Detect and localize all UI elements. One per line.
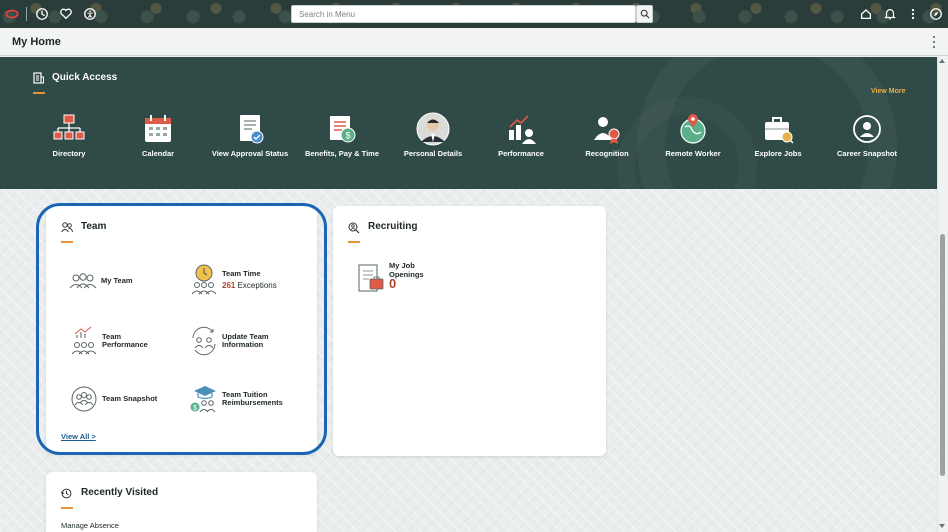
clock-team-icon: [189, 264, 219, 296]
menu-search-input[interactable]: Search in Menu: [291, 5, 636, 23]
tile-label: Directory: [52, 149, 86, 158]
recruiting-card-title: Recruiting: [368, 221, 418, 232]
tile-label: Calendar: [141, 149, 175, 158]
tile-label: Performance: [498, 149, 544, 158]
group-people-icon: [68, 268, 98, 294]
search-icon: [640, 9, 650, 19]
accessibility-icon[interactable]: [82, 6, 98, 22]
scroll-up-arrow-icon[interactable]: [939, 59, 945, 63]
benefits-icon: $: [325, 112, 359, 146]
exceptions-label: Exceptions: [237, 280, 277, 290]
title-accent-underline: [348, 241, 360, 243]
job-openings-icon: [356, 262, 386, 296]
tile-label: Career Snapshot: [836, 149, 898, 158]
team-snapshot-icon: [69, 385, 99, 413]
page-header: My Home: [0, 28, 948, 56]
team-card-title: Team: [81, 221, 107, 232]
recruiting-icon: [348, 222, 360, 234]
tile-personal-details[interactable]: Personal Details: [388, 112, 478, 158]
tile-career-snapshot[interactable]: Career Snapshot: [822, 112, 912, 158]
team-performance-label: Team Performance: [102, 331, 148, 349]
notifications-bell-icon[interactable]: [882, 6, 898, 22]
team-performance-link[interactable]: Team Performance: [69, 326, 162, 356]
job-openings-block: My Job Openings 0: [389, 261, 433, 291]
graduation-cap-icon: $: [189, 384, 219, 414]
remote-worker-icon: [676, 112, 710, 146]
tile-calendar[interactable]: Calendar: [113, 112, 203, 158]
my-job-openings-link[interactable]: My Job Openings 0: [356, 261, 433, 296]
svg-text:$: $: [193, 405, 197, 412]
calendar-icon: [141, 112, 175, 146]
tile-label: Recognition: [585, 149, 629, 158]
team-snapshot-label: Team Snapshot: [102, 393, 158, 403]
recent-item-link[interactable]: Manage Absence: [61, 521, 119, 530]
team-time-link[interactable]: Team Time 261 Exceptions: [189, 264, 277, 296]
global-header: Search in Menu: [0, 0, 948, 28]
tile-remote-worker[interactable]: Remote Worker: [648, 112, 738, 158]
briefcase-icon: [761, 112, 795, 146]
job-openings-count: 0: [389, 276, 397, 291]
favorites-heart-icon[interactable]: [58, 6, 74, 22]
team-tuition-label: Team Tuition Reimbursements: [222, 389, 283, 407]
title-accent-underline: [61, 507, 73, 509]
tile-label: Remote Worker: [665, 149, 721, 158]
recent-history-icon[interactable]: [34, 6, 50, 22]
title-accent-underline: [33, 92, 45, 94]
update-team-information-label: Update Team Information: [222, 331, 269, 349]
tile-label: Explore Jobs: [754, 149, 802, 158]
tile-recognition[interactable]: Recognition: [562, 112, 652, 158]
team-refresh-icon: [189, 326, 219, 356]
recently-visited-title: Recently Visited: [81, 487, 159, 498]
actions-menu-icon[interactable]: [905, 6, 921, 22]
history-icon: [61, 488, 72, 499]
career-snapshot-icon: [850, 112, 884, 146]
team-performance-icon: [69, 326, 99, 356]
navigator-compass-icon[interactable]: [928, 6, 944, 22]
team-icon: [61, 222, 73, 233]
tile-label: View Approval Status: [211, 149, 289, 158]
view-more-link[interactable]: View More: [871, 88, 906, 95]
tile-performance[interactable]: Performance: [476, 112, 566, 158]
org-chart-icon: [52, 112, 86, 146]
page-options-icon[interactable]: [930, 36, 938, 48]
recruiting-card: Recruiting: [333, 206, 606, 456]
scroll-down-arrow-icon[interactable]: [939, 524, 945, 528]
view-all-link[interactable]: View All >: [61, 432, 96, 441]
tile-benefits-pay-time[interactable]: $ Benefits, Pay & Time: [297, 112, 387, 158]
search-button[interactable]: [636, 5, 653, 23]
tile-explore-jobs[interactable]: Explore Jobs: [733, 112, 823, 158]
performance-icon: [504, 112, 538, 146]
scrollbar-thumb[interactable]: [940, 234, 945, 476]
team-tuition-reimbursements-link[interactable]: $ Team Tuition Reimbursements: [189, 384, 302, 414]
my-team-link[interactable]: My Team: [68, 268, 133, 294]
team-time-block: Team Time 261 Exceptions: [222, 269, 277, 291]
page-title: My Home: [12, 36, 61, 48]
tile-label: Benefits, Pay & Time: [304, 149, 380, 158]
quick-access-icon: [33, 72, 44, 84]
tile-view-approval-status[interactable]: View Approval Status: [205, 112, 295, 158]
update-team-information-link[interactable]: Update Team Information: [189, 326, 292, 356]
home-icon[interactable]: [858, 6, 874, 22]
tile-label: Personal Details: [403, 149, 463, 158]
exceptions-summary: 261 Exceptions: [222, 280, 277, 291]
header-divider: [26, 7, 27, 21]
team-time-label: Team Time: [222, 269, 261, 278]
oracle-logo-icon[interactable]: [4, 6, 20, 22]
exceptions-count: 261: [222, 280, 236, 290]
quick-access-title: Quick Access: [52, 72, 118, 83]
approval-status-icon: [233, 112, 267, 146]
tile-directory[interactable]: Directory: [24, 112, 114, 158]
my-team-label: My Team: [101, 275, 133, 285]
team-snapshot-link[interactable]: Team Snapshot: [69, 385, 157, 413]
title-accent-underline: [61, 241, 73, 243]
avatar-photo: [416, 112, 450, 146]
recognition-icon: [590, 112, 624, 146]
quick-access-banner: Quick Access View More Directory Calenda…: [0, 57, 937, 189]
svg-text:$: $: [345, 131, 350, 141]
